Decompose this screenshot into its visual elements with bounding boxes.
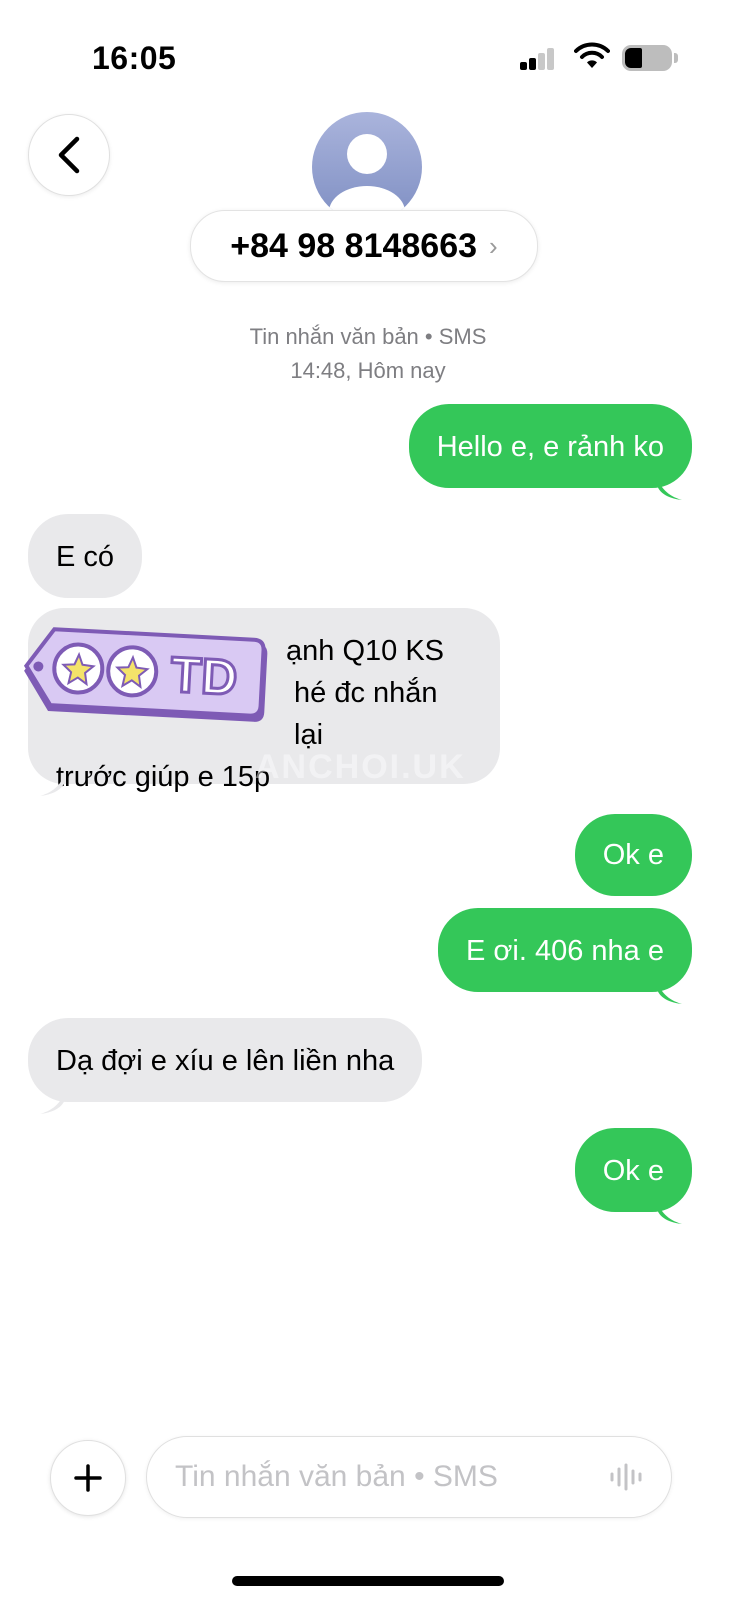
message-input[interactable]: Tin nhắn văn bản • SMS <box>146 1436 672 1518</box>
back-button[interactable] <box>28 114 110 196</box>
bubble-tail <box>656 474 682 500</box>
avatar-person-icon <box>329 134 405 222</box>
message-bubble-incoming[interactable]: Dạ đợi e xíu e lên liền nha <box>28 1018 423 1102</box>
bubble-tail <box>656 1198 682 1224</box>
signal-icon <box>520 48 554 70</box>
wifi-icon <box>574 42 610 68</box>
audio-waveform-icon[interactable] <box>609 1462 643 1492</box>
message-text: Ok e <box>602 839 664 871</box>
message-bubble-incoming[interactable]: E có <box>28 514 143 598</box>
message-text: E có <box>56 541 115 573</box>
plus-icon <box>74 1464 102 1492</box>
bubble-tail <box>40 1088 66 1114</box>
message-text: E ơi. 406 nha e <box>466 935 664 967</box>
contact-avatar[interactable] <box>312 112 422 222</box>
add-attachment-button[interactable] <box>50 1440 126 1516</box>
battery-icon <box>622 45 678 71</box>
back-chevron-icon <box>58 136 80 174</box>
message-input-placeholder: Tin nhắn văn bản • SMS <box>175 1460 498 1493</box>
message-text: Hello e, e rảnh ko <box>436 431 664 463</box>
contact-number: +84 98 8148663 <box>230 226 478 265</box>
sticker-text: TD <box>169 646 238 705</box>
contact-name-button[interactable]: +84 98 8148663 › <box>190 210 538 282</box>
watermark-text: ANCHOI.UK <box>255 748 466 786</box>
thread-timestamp: 14:48, Hôm nay <box>290 358 446 383</box>
bubble-tail <box>656 978 682 1004</box>
chevron-right-icon: › <box>489 230 498 261</box>
message-bubble-outgoing[interactable]: Ok e <box>574 814 692 896</box>
bubble-tail <box>40 770 66 796</box>
home-indicator[interactable] <box>232 1576 504 1586</box>
td-sticker: TD <box>23 627 268 722</box>
thread-type-label: Tin nhắn văn bản • SMS <box>249 324 487 349</box>
message-text: Ok e <box>602 1155 664 1187</box>
message-bubble-outgoing[interactable]: Hello e, e rảnh ko <box>408 404 692 488</box>
message-bubble-outgoing[interactable]: E ơi. 406 nha e <box>438 908 692 992</box>
status-time: 16:05 <box>92 40 177 76</box>
message-text: Dạ đợi e xíu e lên liền nha <box>56 1045 395 1077</box>
